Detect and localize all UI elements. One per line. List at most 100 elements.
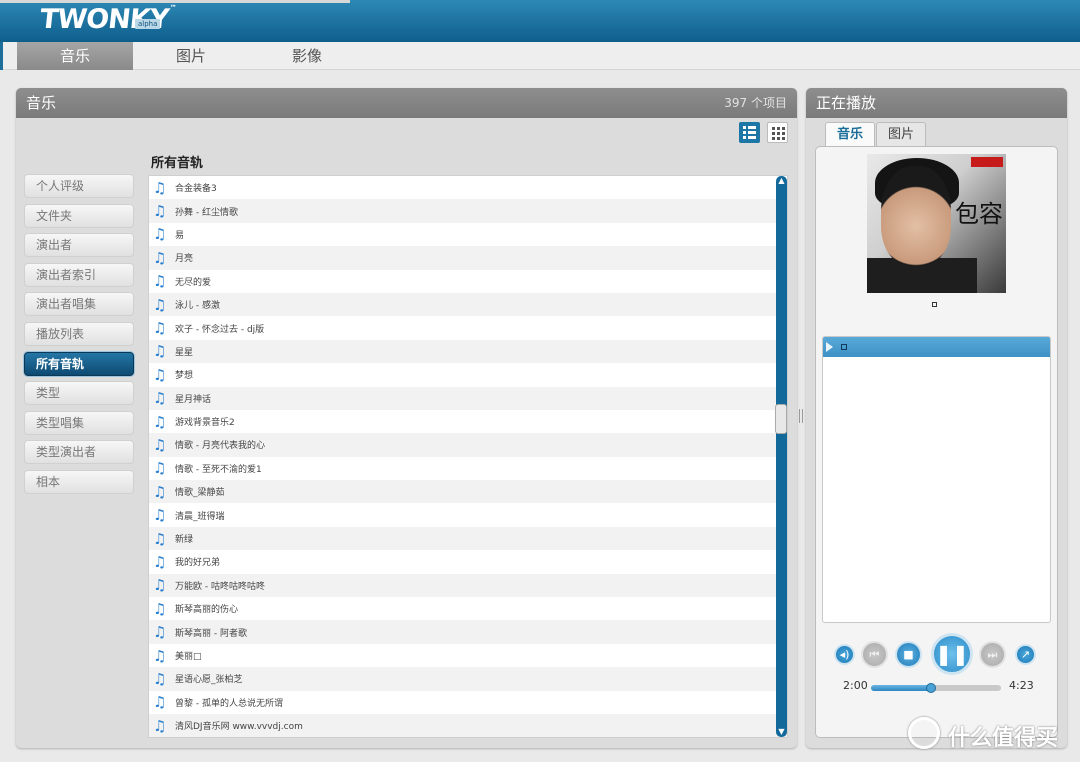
sidebar-item-artists[interactable]: 演出者	[24, 233, 134, 258]
track-title: 孙舞 - 红尘情歌	[175, 207, 238, 218]
track-row[interactable]: ♫ 斯琴高丽 - 阿者歌	[149, 620, 787, 644]
volume-icon[interactable]: ◂)	[834, 644, 855, 665]
track-row[interactable]: ♫ 情歌_梁静茹	[149, 480, 787, 504]
sidebar-item-albums[interactable]: 相本	[24, 469, 134, 494]
track-row[interactable]: ♫ 孙舞 - 红尘情歌	[149, 199, 787, 223]
tab-photos[interactable]: 图片	[133, 42, 249, 70]
track-row[interactable]: ♫ 新绿	[149, 526, 787, 551]
progress-knob[interactable]	[925, 683, 936, 693]
track-row[interactable]: ♫ 清晨_班得瑞	[149, 503, 787, 526]
sidebar-item-folders[interactable]: 文件夹	[24, 203, 134, 228]
player-controls: ◂) ⏮ ■ ❚❚ ⏭ ↗	[832, 633, 1052, 675]
np-tab-photos[interactable]: 图片	[876, 122, 927, 147]
music-note-icon: ♫	[153, 178, 167, 197]
track-row[interactable]: ♫ 易	[149, 223, 787, 246]
next-button[interactable]: ⏭	[979, 641, 1006, 668]
music-note-icon: ♫	[153, 693, 167, 712]
scroll-up-icon[interactable]: ▲	[776, 176, 787, 186]
sidebar-item-all-tracks[interactable]: 所有音轨	[24, 351, 134, 376]
now-playing-header: 正在播放	[806, 88, 1067, 118]
music-note-icon: ♫	[153, 435, 167, 454]
track-row[interactable]: ♫ 情歌 - 至死不渝的爱1	[149, 457, 787, 480]
track-name-placeholder	[932, 302, 937, 307]
track-title: 无尽的爱	[175, 277, 212, 288]
track-row[interactable]: ♫ 斯琴高丽的伤心	[149, 597, 787, 620]
track-row[interactable]: ♫ 美丽□	[149, 644, 787, 667]
music-note-icon: ♫	[153, 716, 167, 735]
track-row[interactable]: ♫ 合金装备3	[149, 176, 787, 199]
progress-slider[interactable]	[871, 683, 1001, 693]
tab-music[interactable]: 音乐	[17, 42, 133, 70]
track-row[interactable]: ♫ 梦想	[149, 363, 787, 386]
np-tab-music[interactable]: 音乐	[825, 122, 876, 147]
sidebar-item-genre-albums[interactable]: 类型唱集	[24, 410, 134, 435]
music-note-icon: ♫	[153, 202, 167, 221]
track-list: ♫ 合金装备3 ♫ 孙舞 - 红尘情歌 ♫ 易 ♫ 月亮 ♫ 无尽的爱 ♫ 泳儿 - 感激 ♫ 欢子 - …	[148, 175, 788, 738]
popout-icon[interactable]: ↗	[1015, 644, 1036, 665]
main-tabs: 音乐 图片 影像	[0, 42, 1080, 70]
track-title: 梦想	[175, 371, 194, 382]
playing-icon	[826, 342, 833, 352]
previous-button[interactable]: ⏮	[861, 641, 888, 668]
album-cover: 包容	[867, 154, 1006, 293]
pause-button[interactable]: ❚❚	[931, 633, 973, 675]
sidebar-item-artist-index[interactable]: 演出者索引	[24, 262, 134, 287]
track-row[interactable]: ♫ 星月神话	[149, 386, 787, 410]
sidebar-item-genre-artists[interactable]: 类型演出者	[24, 440, 134, 465]
music-note-icon: ♫	[153, 669, 167, 688]
queue-row[interactable]	[823, 337, 1050, 357]
track-row[interactable]: ♫ 星星	[149, 339, 787, 364]
list-title: 所有音轨	[151, 156, 204, 171]
grid-view-icon[interactable]	[767, 122, 788, 143]
track-row[interactable]: ♫ 万能欧 - 咕咚咕咚咕咚	[149, 573, 787, 598]
sidebar-item-artist-albums[interactable]: 演出者唱集	[24, 292, 134, 317]
track-row[interactable]: ♫ 无尽的爱	[149, 270, 787, 293]
music-panel: 音乐 397 个项目 所有音轨 个人评级 文件夹 演出者 演出者索引 演出者唱集…	[16, 88, 797, 748]
track-title: 星语心愿_张柏芝	[175, 675, 243, 686]
music-note-icon: ♫	[153, 646, 167, 665]
music-note-icon: ♫	[153, 342, 167, 361]
item-count: 397 个项目	[724, 96, 787, 110]
track-row[interactable]: ♫ 欢子 - 怀念过去 - dj版	[149, 316, 787, 339]
music-note-icon: ♫	[153, 365, 167, 384]
tab-video[interactable]: 影像	[249, 42, 365, 70]
track-row[interactable]: ♫ 情歌 - 月亮代表我的心	[149, 433, 787, 457]
scroll-thumb[interactable]	[775, 404, 787, 434]
time-total: 4:23	[1009, 679, 1034, 692]
play-queue	[822, 336, 1051, 623]
track-row[interactable]: ♫ 曾黎 - 孤单的人总说无所谓	[149, 691, 787, 714]
music-note-icon: ♫	[153, 552, 167, 571]
track-row[interactable]: ♫ 我的好兄弟	[149, 550, 787, 573]
music-note-icon: ♫	[153, 389, 167, 408]
track-row[interactable]: ♫ 泳儿 - 感激	[149, 292, 787, 317]
now-playing-tabs: 音乐 图片	[825, 122, 927, 147]
track-row[interactable]: ♫ 清风DJ音乐网 www.vvvdj.com	[149, 713, 787, 737]
music-note-icon: ♫	[153, 599, 167, 618]
music-note-icon: ♫	[153, 529, 167, 548]
stop-button[interactable]: ■	[895, 641, 922, 668]
panel-splitter[interactable]	[799, 409, 803, 423]
track-title: 游戏背景音乐2	[175, 418, 235, 429]
track-title: 清晨_班得瑞	[175, 511, 225, 522]
category-sidebar: 个人评级 文件夹 演出者 演出者索引 演出者唱集 播放列表 所有音轨 类型 类型…	[24, 174, 134, 500]
track-row[interactable]: ♫ 月亮	[149, 246, 787, 270]
music-note-icon: ♫	[153, 576, 167, 595]
track-title: 斯琴高丽的伤心	[175, 605, 239, 616]
track-row[interactable]: ♫ 游戏背景音乐2	[149, 410, 787, 433]
track-list-scrollbar[interactable]: ▲ ▼	[775, 176, 787, 737]
track-title: 情歌_梁静茹	[175, 488, 225, 499]
music-note-icon: ♫	[153, 506, 167, 525]
track-title: 欢子 - 怀念过去 - dj版	[175, 324, 265, 335]
app-header: TWONKY™ alpha	[0, 0, 1080, 42]
track-row[interactable]: ♫ 星语心愿_张柏芝	[149, 667, 787, 691]
track-title: 曾黎 - 孤单的人总说无所谓	[175, 698, 283, 709]
scroll-down-icon[interactable]: ▼	[776, 727, 787, 737]
music-note-icon: ♫	[153, 412, 167, 431]
watermark-text: 什么值得买	[948, 726, 1059, 751]
music-note-icon: ♫	[153, 459, 167, 478]
list-view-icon[interactable]	[739, 122, 760, 143]
sidebar-item-playlists[interactable]: 播放列表	[24, 321, 134, 346]
sidebar-item-genre[interactable]: 类型	[24, 381, 134, 406]
sidebar-item-ratings[interactable]: 个人评级	[24, 174, 134, 198]
track-title: 泳儿 - 感激	[175, 301, 220, 312]
